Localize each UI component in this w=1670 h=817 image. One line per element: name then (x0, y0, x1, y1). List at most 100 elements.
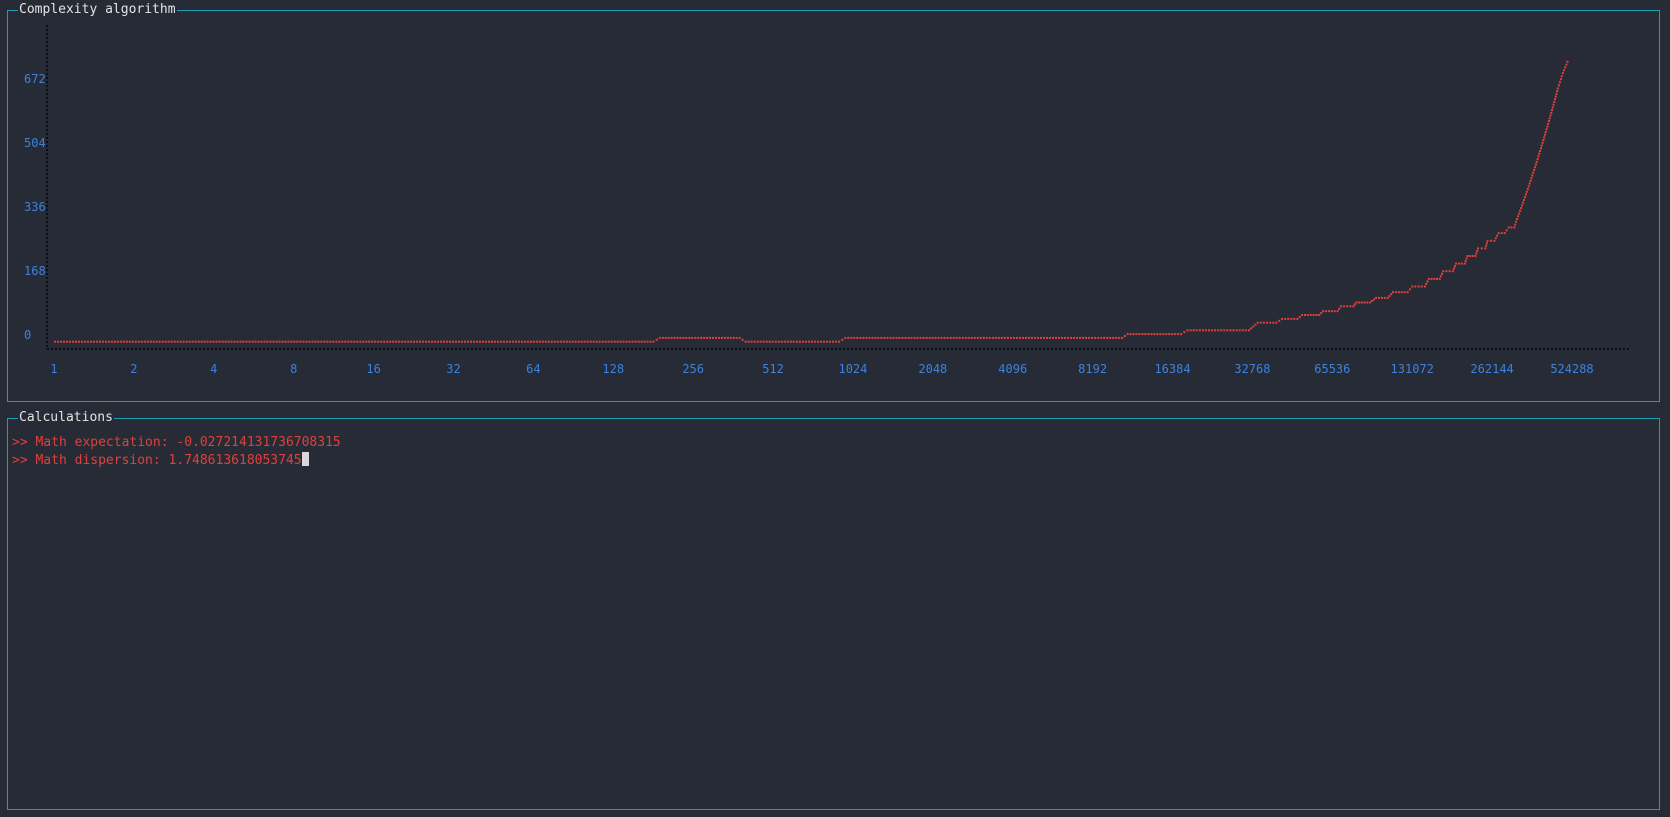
data-point (1272, 321, 1275, 324)
data-point (380, 340, 383, 343)
data-point (1497, 232, 1500, 235)
data-point (813, 340, 816, 343)
data-point (101, 340, 104, 343)
data-point (1339, 305, 1342, 308)
data-point (643, 340, 646, 343)
data-point (1186, 329, 1189, 332)
data-point (580, 340, 583, 343)
data-point (1012, 336, 1015, 339)
data-point (1546, 125, 1549, 128)
data-point (227, 340, 230, 343)
data-point (1366, 301, 1369, 304)
terminal-cursor[interactable] (301, 452, 309, 466)
data-point (1147, 333, 1150, 336)
data-point (89, 340, 92, 343)
x-tick-label: 4 (210, 362, 217, 376)
data-point (1549, 114, 1552, 117)
data-point (931, 336, 934, 339)
data-point (320, 340, 323, 343)
data-point (1027, 336, 1030, 339)
data-point (383, 340, 386, 343)
data-point (1189, 329, 1192, 332)
data-point (416, 340, 419, 343)
data-point (907, 336, 910, 339)
data-point (964, 336, 967, 339)
data-point (1156, 333, 1159, 336)
data-point (1349, 305, 1352, 308)
data-point (547, 340, 550, 343)
data-point (1368, 301, 1371, 304)
data-point (1441, 272, 1443, 275)
data-point (1150, 333, 1153, 336)
data-point (338, 340, 341, 343)
data-point (762, 340, 765, 343)
data-point (1138, 333, 1141, 336)
data-point (1085, 336, 1088, 339)
x-tick-label: 32768 (1234, 362, 1270, 376)
data-point (1192, 329, 1195, 332)
data-point (317, 340, 320, 343)
data-point (712, 336, 715, 339)
data-point (1536, 158, 1539, 161)
data-point (1076, 336, 1079, 339)
data-point (777, 340, 780, 343)
data-point (170, 340, 173, 343)
data-point (1024, 336, 1027, 339)
data-point (164, 340, 167, 343)
data-point (1388, 295, 1391, 297)
data-point (601, 340, 604, 343)
data-point (718, 336, 720, 339)
data-point (898, 336, 901, 339)
data-point (883, 336, 886, 339)
data-point (789, 340, 792, 343)
data-point (1496, 234, 1499, 237)
data-point (901, 336, 904, 339)
math-dispersion-label: Math dispersion: (35, 453, 161, 468)
data-point (637, 340, 640, 343)
data-point (1525, 190, 1528, 193)
data-point (774, 340, 777, 343)
data-point (476, 340, 478, 343)
data-point (1533, 169, 1536, 171)
data-point (1484, 247, 1487, 250)
data-point (332, 340, 335, 343)
data-point (1560, 75, 1563, 78)
data-point (308, 340, 311, 343)
data-point (1106, 336, 1109, 339)
data-point (634, 340, 637, 343)
data-point (428, 340, 431, 343)
data-point (1109, 336, 1112, 339)
data-point (735, 336, 738, 339)
data-point (640, 340, 643, 343)
data-point (496, 340, 499, 343)
data-point (946, 336, 949, 339)
data-point (1126, 333, 1129, 336)
data-point (1439, 275, 1442, 278)
data-point (973, 336, 976, 339)
data-point (1392, 291, 1394, 294)
data-point (1397, 291, 1400, 294)
data-point (1275, 321, 1278, 324)
data-point (1021, 336, 1024, 339)
data-point (72, 340, 74, 343)
data-point (1269, 321, 1272, 324)
data-point (359, 340, 362, 343)
data-point (514, 340, 517, 343)
data-point (1115, 336, 1118, 339)
data-point (176, 340, 179, 343)
data-point (410, 340, 413, 343)
data-point (1448, 270, 1451, 273)
data-point (673, 336, 676, 339)
data-point (1049, 336, 1051, 339)
data-point (1561, 72, 1564, 75)
data-point (838, 340, 841, 343)
data-point (1566, 60, 1569, 63)
data-point (1315, 314, 1318, 316)
data-point (1204, 329, 1207, 332)
data-point (1037, 336, 1039, 339)
prompt-marker: >> (12, 435, 28, 450)
data-point (104, 340, 107, 343)
data-point (1552, 103, 1555, 106)
data-point (726, 336, 729, 339)
data-point (847, 336, 850, 339)
